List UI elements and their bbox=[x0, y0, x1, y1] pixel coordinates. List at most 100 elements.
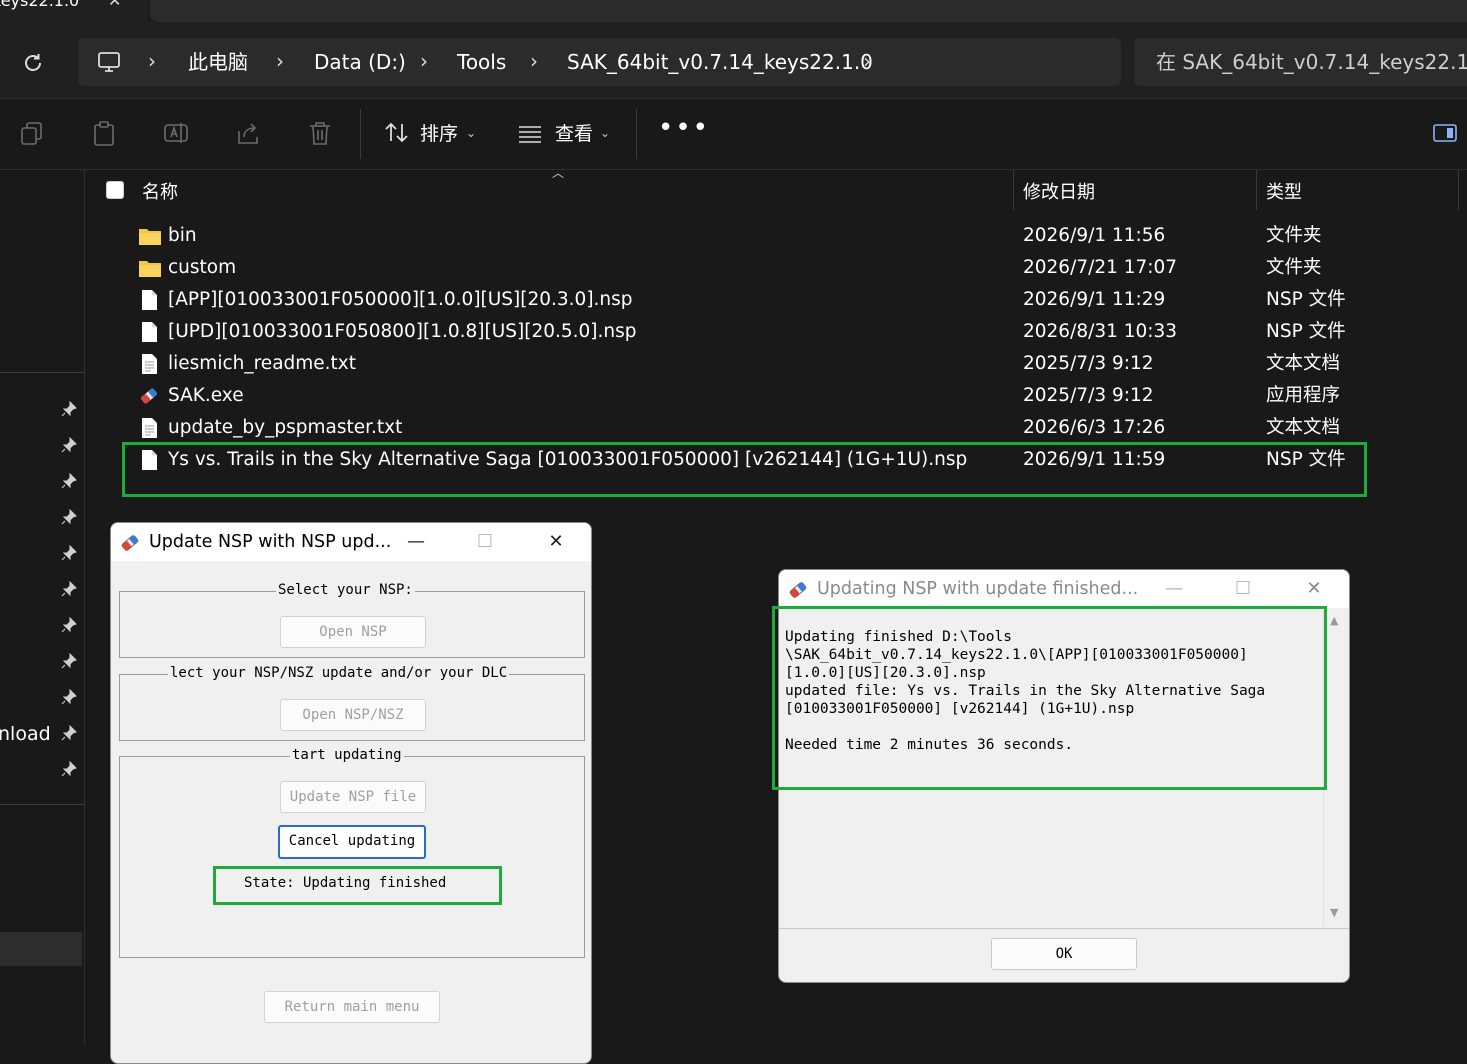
update-nsp-dialog: Update NSP with NSP upd... — ☐ ✕ Select … bbox=[110, 522, 592, 1064]
file-type: 文件夹 bbox=[1266, 257, 1322, 278]
column-header-date[interactable]: 修改日期 bbox=[1023, 178, 1095, 204]
file-name: liesmich_readme.txt bbox=[168, 353, 357, 374]
more-options-icon[interactable]: ••• bbox=[658, 113, 710, 143]
folder-icon bbox=[138, 257, 161, 279]
rename-icon[interactable] bbox=[162, 119, 192, 149]
chevron-right-icon[interactable]: › bbox=[530, 49, 538, 73]
tab-close-icon[interactable]: ✕ bbox=[108, 0, 121, 10]
file-icon bbox=[138, 321, 160, 343]
text-file-icon bbox=[138, 353, 160, 375]
toolbar-separator bbox=[636, 109, 637, 159]
address-bar[interactable]: › 此电脑 › Data (D:) › Tools › SAK_64bit_v0… bbox=[78, 38, 1121, 86]
pin-icon[interactable] bbox=[60, 652, 78, 670]
pin-icon[interactable] bbox=[60, 760, 78, 778]
sort-button[interactable]: 排序 bbox=[420, 122, 458, 146]
refresh-icon[interactable] bbox=[18, 48, 48, 78]
return-main-menu-button[interactable]: Return main menu bbox=[264, 991, 440, 1023]
file-type: 文本文档 bbox=[1266, 353, 1341, 374]
update-nsp-file-button[interactable]: Update NSP file bbox=[280, 781, 426, 813]
view-button[interactable]: 查看 bbox=[555, 122, 593, 146]
dialog-title-bar[interactable]: Updating NSP with update finished... — ☐… bbox=[779, 570, 1349, 608]
list-item[interactable]: liesmich_readme.txt 2025/7/3 9:12 文本文档 bbox=[86, 348, 1467, 380]
cancel-updating-button[interactable]: Cancel updating bbox=[278, 825, 426, 859]
chevron-down-icon[interactable]: ⌄ bbox=[466, 126, 476, 140]
delete-icon[interactable] bbox=[306, 119, 336, 149]
chevron-right-icon[interactable]: › bbox=[148, 49, 156, 73]
tab-strip: keys22.1.0 ✕ + bbox=[0, 0, 1467, 22]
scroll-down-icon[interactable]: ▼ bbox=[1330, 906, 1338, 919]
list-item[interactable]: SAK.exe 2025/7/3 9:12 应用程序 bbox=[86, 380, 1467, 412]
close-icon[interactable]: ✕ bbox=[541, 527, 571, 557]
list-item[interactable]: custom 2026/7/21 17:07 文件夹 bbox=[86, 252, 1467, 284]
scroll-up-icon[interactable]: ▲ bbox=[1330, 614, 1338, 627]
nav-item-selected[interactable] bbox=[0, 932, 82, 966]
chevron-right-icon[interactable]: › bbox=[420, 49, 428, 73]
details-pane-icon[interactable] bbox=[1432, 119, 1462, 149]
minimize-icon[interactable]: — bbox=[401, 527, 431, 557]
pin-icon[interactable] bbox=[60, 580, 78, 598]
column-header-type[interactable]: 类型 bbox=[1266, 178, 1302, 204]
highlight-box bbox=[772, 606, 1327, 790]
maximize-icon[interactable]: ☐ bbox=[1228, 574, 1258, 604]
pin-icon[interactable] bbox=[60, 688, 78, 706]
pin-icon[interactable] bbox=[60, 508, 78, 526]
share-icon[interactable] bbox=[234, 119, 264, 149]
pin-icon[interactable] bbox=[60, 616, 78, 634]
open-nsp-button[interactable]: Open NSP bbox=[280, 616, 426, 648]
list-item[interactable]: [APP][010033001F050000][1.0.0][US][20.3.… bbox=[86, 284, 1467, 316]
select-all-checkbox[interactable] bbox=[106, 181, 124, 199]
view-icon[interactable] bbox=[516, 119, 546, 149]
copy-icon[interactable] bbox=[18, 119, 48, 149]
close-icon[interactable]: ✕ bbox=[1299, 574, 1329, 604]
minimize-icon[interactable]: — bbox=[1159, 574, 1189, 604]
tab-strip-empty bbox=[150, 0, 1467, 22]
file-name: update_by_pspmaster.txt bbox=[168, 417, 403, 438]
file-name: SAK.exe bbox=[168, 385, 244, 406]
pin-icon[interactable] bbox=[60, 544, 78, 562]
chevron-right-icon[interactable]: › bbox=[276, 49, 284, 73]
sort-icon[interactable] bbox=[383, 119, 413, 149]
breadcrumb-data-drive[interactable]: Data (D:) bbox=[314, 50, 406, 74]
command-bar: 排序 ⌄ 查看 ⌄ ••• bbox=[0, 99, 1467, 170]
nav-item-download[interactable]: nload bbox=[0, 723, 51, 745]
dialog-title-bar[interactable]: Update NSP with NSP upd... — ☐ ✕ bbox=[111, 523, 591, 561]
select-nsp-group: Select your NSP: Open NSP bbox=[119, 581, 585, 658]
maximize-icon[interactable]: ☐ bbox=[470, 527, 500, 557]
column-divider[interactable] bbox=[1013, 170, 1014, 210]
file-name: bin bbox=[168, 225, 197, 246]
breadcrumb-this-pc[interactable]: 此电脑 bbox=[188, 50, 248, 74]
file-type: NSP 文件 bbox=[1266, 289, 1346, 310]
list-item[interactable]: [UPD][010033001F050800][1.0.8][US][20.5.… bbox=[86, 316, 1467, 348]
breadcrumb-sak-folder[interactable]: SAK_64bit_v0.7.14_keys22.1.0 bbox=[567, 50, 873, 74]
file-type: NSP 文件 bbox=[1266, 321, 1346, 342]
computer-icon[interactable] bbox=[96, 49, 122, 75]
select-update-group: lect your NSP/NSZ update and/or your DLC… bbox=[119, 664, 585, 741]
breadcrumb-tools[interactable]: Tools bbox=[457, 50, 506, 74]
file-date: 2026/7/21 17:07 bbox=[1023, 257, 1178, 278]
ok-button[interactable]: OK bbox=[991, 938, 1137, 970]
address-row: › 此电脑 › Data (D:) › Tools › SAK_64bit_v0… bbox=[0, 22, 1467, 99]
column-divider[interactable] bbox=[1256, 170, 1257, 210]
pin-icon[interactable] bbox=[60, 724, 78, 742]
column-divider[interactable] bbox=[1458, 170, 1459, 210]
pin-icon[interactable] bbox=[60, 400, 78, 418]
file-date: 2026/9/1 11:29 bbox=[1023, 289, 1166, 310]
file-date: 2026/9/1 11:56 bbox=[1023, 225, 1166, 246]
text-file-icon bbox=[138, 417, 160, 439]
chevron-right-icon[interactable]: › bbox=[863, 49, 871, 73]
start-updating-group: tart updating Update NSP file Cancel upd… bbox=[119, 746, 585, 958]
group-label: tart updating bbox=[290, 746, 404, 764]
list-item[interactable]: update_by_pspmaster.txt 2026/6/3 17:26 文… bbox=[86, 412, 1467, 444]
pin-icon[interactable] bbox=[60, 436, 78, 454]
search-input[interactable]: 在 SAK_64bit_v0.7.14_keys22.1.0 中 bbox=[1134, 38, 1467, 86]
list-item[interactable]: bin 2026/9/1 11:56 文件夹 bbox=[86, 220, 1467, 252]
file-name: [APP][010033001F050000][1.0.0][US][20.3.… bbox=[168, 289, 633, 310]
open-nsp-nsz-button[interactable]: Open NSP/NSZ bbox=[280, 699, 426, 731]
pin-icon[interactable] bbox=[60, 472, 78, 490]
paste-icon[interactable] bbox=[90, 119, 120, 149]
tab-current[interactable]: keys22.1.0 ✕ bbox=[0, 0, 148, 22]
app-icon bbox=[138, 385, 160, 407]
chevron-down-icon[interactable]: ⌄ bbox=[600, 126, 610, 140]
column-header-name[interactable]: 名称 bbox=[142, 178, 178, 204]
nav-divider bbox=[0, 804, 84, 805]
